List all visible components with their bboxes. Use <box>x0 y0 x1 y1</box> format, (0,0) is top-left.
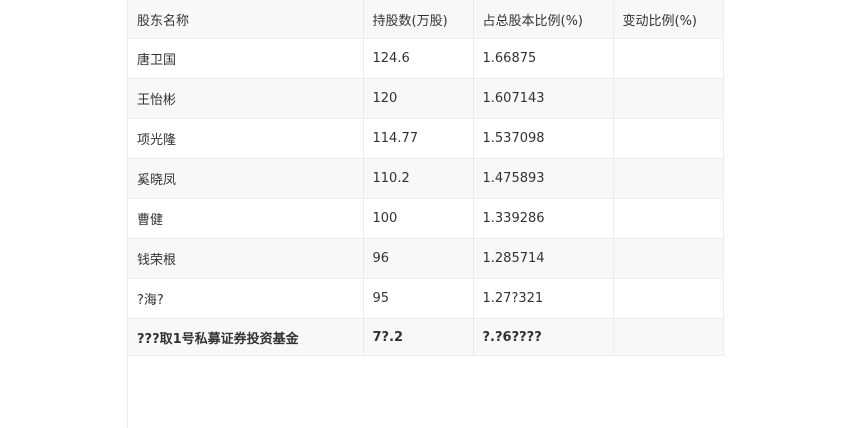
table-row: 钱荣根 96 1.285714 <box>128 238 724 279</box>
cell-shares: 120 <box>363 78 474 119</box>
header-ratio: 占总股本比例(%) <box>473 0 614 39</box>
table-row: 项光隆 114.77 1.537098 <box>128 118 724 159</box>
cell-ratio: 1.475893 <box>473 158 614 199</box>
table-header-row: 股东名称 持股数(万股) 占总股本比例(%) 变动比例(%) <box>128 0 724 39</box>
cell-name: 项光隆 <box>128 118 364 159</box>
header-shares: 持股数(万股) <box>363 0 474 39</box>
cell-shares: 114.77 <box>363 118 474 159</box>
cell-name: 曹健 <box>128 198 364 239</box>
cell-change <box>613 238 724 279</box>
shareholder-table-panel: 股东名称 持股数(万股) 占总股本比例(%) 变动比例(%) 唐卫国 124.6… <box>127 0 724 428</box>
cell-change <box>613 198 724 239</box>
table-row: 奚晓凤 110.2 1.475893 <box>128 158 724 199</box>
cell-shares: 96 <box>363 238 474 279</box>
cell-ratio: 1.339286 <box>473 198 614 239</box>
cell-name: 奚晓凤 <box>128 158 364 199</box>
shareholder-table: 股东名称 持股数(万股) 占总股本比例(%) 变动比例(%) 唐卫国 124.6… <box>128 0 724 356</box>
cell-ratio: 1.27?321 <box>473 278 614 319</box>
header-change: 变动比例(%) <box>613 0 724 39</box>
cell-change <box>613 158 724 199</box>
cell-shares: 110.2 <box>363 158 474 199</box>
table-row: 唐卫国 124.6 1.66875 <box>128 38 724 79</box>
cell-change <box>613 38 724 79</box>
cell-name: 王怡彬 <box>128 78 364 119</box>
cell-ratio: 1.66875 <box>473 38 614 79</box>
cell-shares: 124.6 <box>363 38 474 79</box>
table-row: ?海? 95 1.27?321 <box>128 278 724 319</box>
header-shareholder-name: 股东名称 <box>128 0 364 39</box>
cell-ratio: 1.607143 <box>473 78 614 119</box>
cell-change <box>613 78 724 119</box>
table-row: 曹健 100 1.339286 <box>128 198 724 239</box>
cell-change <box>613 318 724 356</box>
cell-ratio: 1.285714 <box>473 238 614 279</box>
cell-name: ???取1号私募证券投资基金 <box>128 318 364 356</box>
cell-name: ?海? <box>128 278 364 319</box>
cell-ratio: 1.537098 <box>473 118 614 159</box>
table-row: ???取1号私募证券投资基金 7?.2 ?.?6???? <box>128 318 724 356</box>
cell-shares: 100 <box>363 198 474 239</box>
cell-name: 钱荣根 <box>128 238 364 279</box>
table-row: 王怡彬 120 1.607143 <box>128 78 724 119</box>
cell-change <box>613 118 724 159</box>
cell-change <box>613 278 724 319</box>
cell-name: 唐卫国 <box>128 38 364 79</box>
cell-shares: 95 <box>363 278 474 319</box>
cell-shares: 7?.2 <box>363 318 474 356</box>
cell-ratio: ?.?6???? <box>473 318 614 356</box>
